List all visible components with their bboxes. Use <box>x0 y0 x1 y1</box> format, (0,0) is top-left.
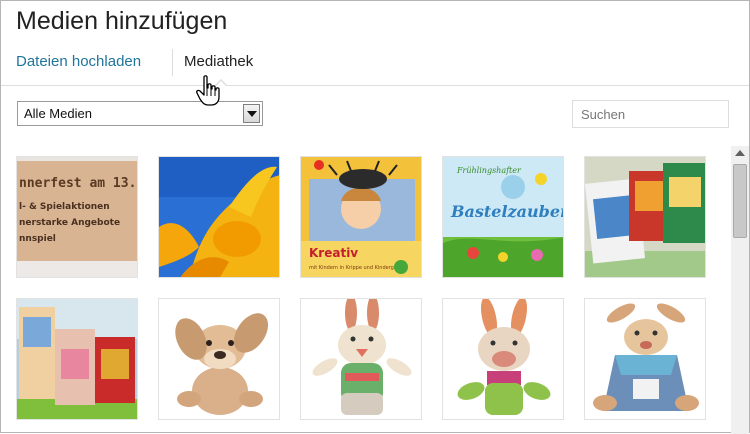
tab-upload-files[interactable]: Dateien hochladen <box>16 53 141 70</box>
book-bastel-title-2: Bastelzauber <box>450 202 564 221</box>
hand-pointer-icon <box>196 75 220 107</box>
book-kreativ-title: Kreativ <box>309 246 358 260</box>
poster-line-4: nnspiel <box>19 234 56 244</box>
media-grid: nnerfest am 13.0 l- & Spielaktionen ners… <box>1 141 731 434</box>
book-kreativ-sub: mit Kindern in Krippe und Kindergarten <box>309 265 407 271</box>
header-divider <box>1 85 749 86</box>
scrollbar-thumb[interactable] <box>733 164 747 238</box>
media-thumb-book-kreativ[interactable]: Kreativ mit Kindern in Krippe und Kinder… <box>300 156 422 278</box>
media-thumb-daffodil[interactable] <box>158 156 280 278</box>
poster-line-3: nerstarke Angebote <box>19 218 120 228</box>
media-thumb-plush-rabbit-2[interactable] <box>442 298 564 420</box>
media-filter-select[interactable]: Alle Medien <box>17 101 263 126</box>
media-thumb-book-bastelzauber[interactable]: Frühlingshafter Bastelzauber <box>442 156 564 278</box>
media-tabs: Dateien hochladen Mediathek <box>1 49 749 79</box>
book-bastel-title-1: Frühlingshafter <box>456 166 522 175</box>
media-thumb-plush-rabbit-1[interactable] <box>300 298 422 420</box>
media-thumb-books-window[interactable] <box>16 298 138 420</box>
media-modal: Medien hinzufügen Dateien hochladen Medi… <box>0 0 750 434</box>
arrow-up-icon[interactable] <box>735 150 745 156</box>
modal-title: Medien hinzufügen <box>16 7 228 35</box>
filter-value: Alle Medien <box>24 106 92 121</box>
tab-separator <box>172 49 173 76</box>
media-scrollbar[interactable] <box>731 146 749 434</box>
search-placeholder: Suchen <box>581 107 626 122</box>
chevron-down-icon[interactable] <box>243 104 260 123</box>
media-thumb-books-shelf[interactable] <box>584 156 706 278</box>
media-thumb-poster[interactable]: nnerfest am 13.0 l- & Spielaktionen ners… <box>16 156 138 278</box>
tab-media-library[interactable]: Mediathek <box>184 53 253 70</box>
search-input[interactable]: Suchen <box>572 100 729 128</box>
media-thumb-plush-dog[interactable] <box>158 298 280 420</box>
poster-line-2: l- & Spielaktionen <box>19 202 110 212</box>
media-thumb-plush-rabbit-3[interactable] <box>584 298 706 420</box>
poster-line-1: nnerfest am 13.0 <box>19 176 138 191</box>
